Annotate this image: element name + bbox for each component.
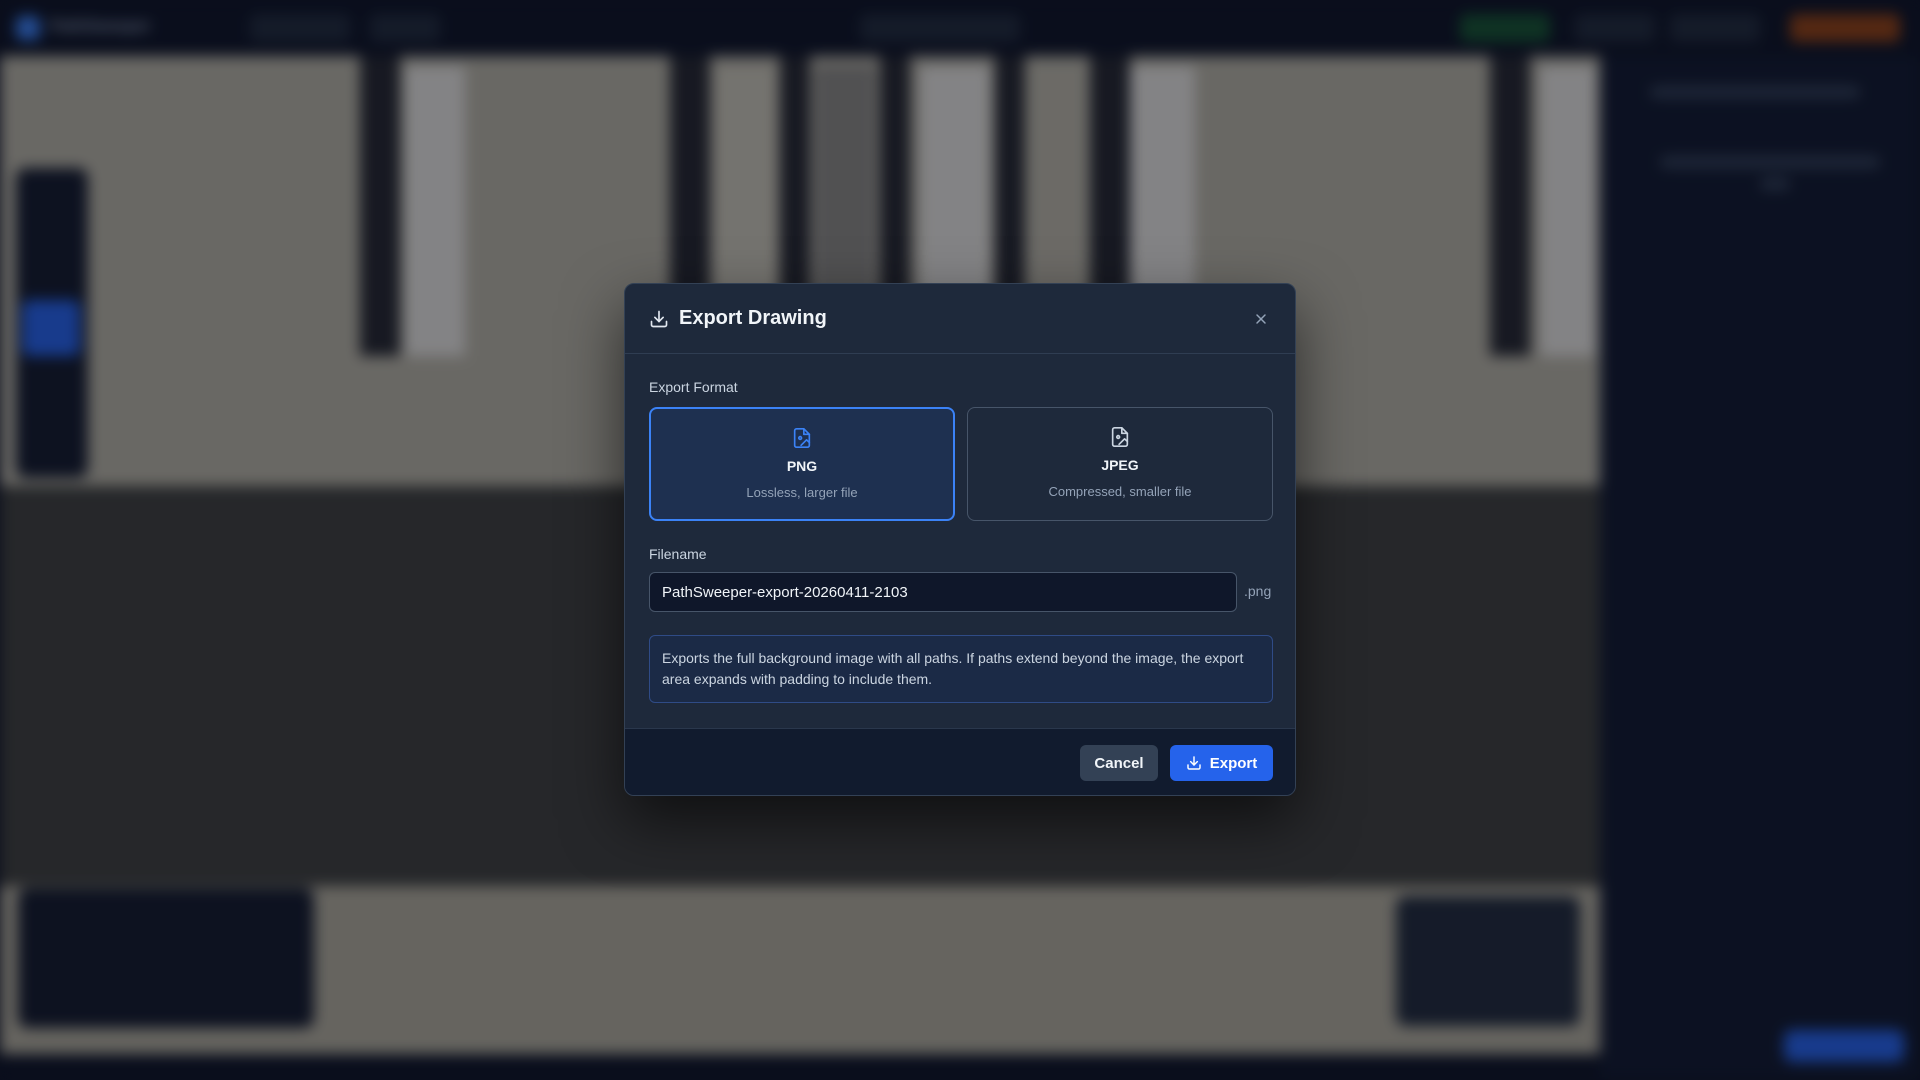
- export-dialog: Export Drawing Export Format PNG Lossles…: [624, 283, 1296, 796]
- export-button[interactable]: Export: [1170, 745, 1273, 781]
- export-info-note: Exports the full background image with a…: [649, 635, 1273, 703]
- file-extension: .png: [1244, 583, 1272, 599]
- format-option-jpeg[interactable]: JPEG Compressed, smaller file: [967, 407, 1273, 521]
- format-description: Lossless, larger file: [746, 485, 858, 500]
- format-description: Compressed, smaller file: [1048, 484, 1192, 499]
- dialog-header: Export Drawing: [625, 284, 1295, 354]
- dialog-title: Export Drawing: [679, 307, 827, 329]
- filename-input[interactable]: [649, 572, 1237, 612]
- dialog-footer: Cancel Export: [625, 728, 1295, 795]
- filename-label: Filename: [649, 546, 707, 562]
- file-image-icon: [791, 427, 813, 449]
- close-button[interactable]: [1249, 307, 1273, 331]
- export-format-label: Export Format: [649, 379, 738, 395]
- format-name: PNG: [786, 458, 818, 474]
- file-image-icon: [1109, 426, 1131, 448]
- format-name: JPEG: [1101, 457, 1139, 473]
- download-icon: [649, 309, 669, 329]
- download-icon: [1186, 755, 1202, 771]
- close-icon: [1256, 314, 1266, 324]
- export-button-label: Export: [1209, 754, 1258, 772]
- cancel-button[interactable]: Cancel: [1080, 745, 1158, 781]
- format-option-png[interactable]: PNG Lossless, larger file: [649, 407, 955, 521]
